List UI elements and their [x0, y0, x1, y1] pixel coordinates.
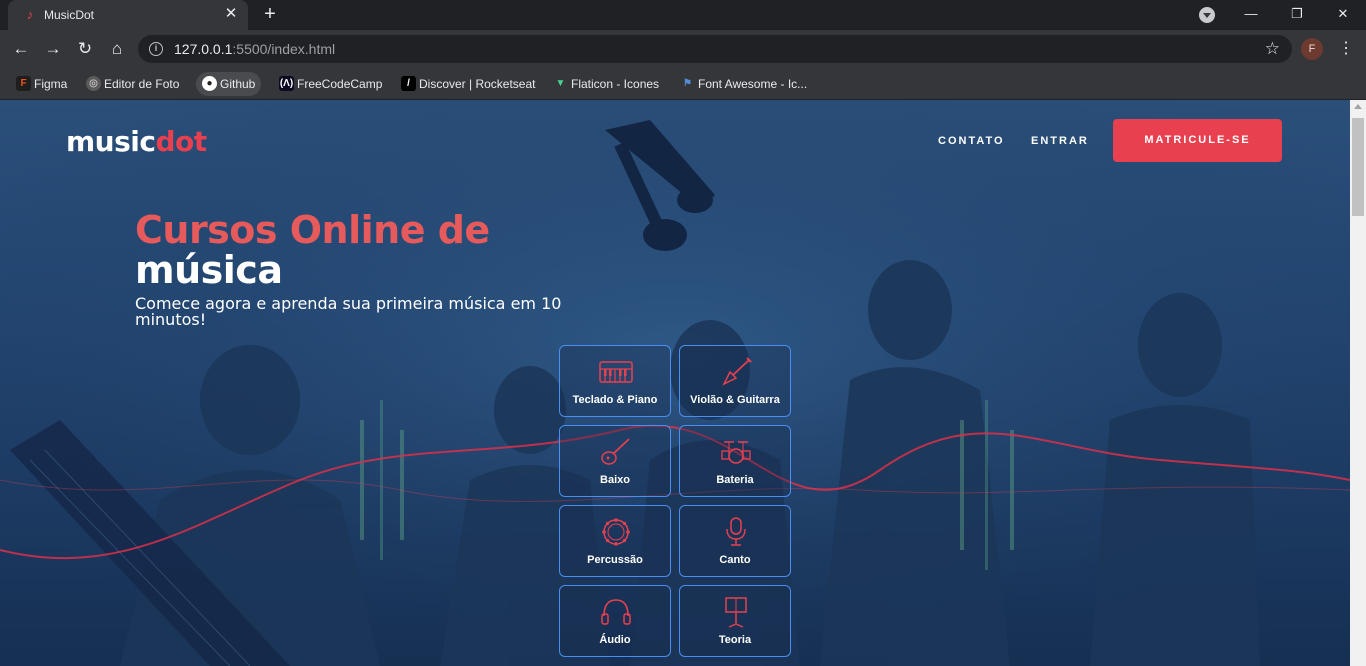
hero-subtitle: Comece agora e aprenda sua primeira músi…	[135, 294, 562, 329]
bookmark-star-icon[interactable]: ☆	[1265, 39, 1280, 59]
course-label: Percussão	[587, 554, 643, 566]
scrollbar-thumb[interactable]	[1352, 118, 1364, 216]
forward-icon[interactable]: →	[40, 36, 66, 62]
page-viewport: musicdot CONTATO ENTRAR MATRICULE-SE Cur…	[0, 100, 1350, 666]
close-window-icon[interactable]: ✕	[1320, 0, 1366, 30]
fontawesome-icon: ⚑	[683, 78, 692, 89]
course-card-baixo[interactable]: Baixo	[559, 425, 671, 497]
photo-editor-icon: ◎	[86, 76, 101, 91]
bookmark-figma[interactable]: F Figma	[10, 72, 73, 96]
bookmark-freecodecamp[interactable]: (Λ) FreeCodeCamp	[273, 72, 388, 96]
bookmark-editor-de-foto[interactable]: ◎ Editor de Foto	[80, 72, 185, 96]
bookmark-github[interactable]: ● Github	[196, 72, 262, 96]
close-tab-icon[interactable]: ✕	[222, 5, 240, 23]
new-tab-button[interactable]: +	[258, 3, 282, 27]
musicdot-logo[interactable]: musicdot	[66, 122, 207, 162]
scroll-up-icon[interactable]	[1354, 104, 1362, 109]
restore-icon[interactable]: ❐	[1274, 0, 1320, 30]
microphone-icon	[726, 517, 746, 546]
course-label: Canto	[719, 554, 751, 566]
browser-menu-icon[interactable]: ⋮	[1336, 38, 1356, 60]
tab-search-icon[interactable]	[1199, 7, 1215, 23]
back-icon[interactable]: ←	[8, 36, 34, 62]
site-info-icon[interactable]: i	[149, 42, 163, 56]
flaticon-icon: ▼	[555, 78, 566, 89]
course-card-percussao[interactable]: Percussão	[559, 505, 671, 577]
figma-icon: F	[16, 76, 31, 91]
address-bar[interactable]: i 127.0.0.1:5500/index.html ☆	[138, 35, 1292, 63]
tab-title: MusicDot	[44, 8, 95, 22]
github-icon: ●	[202, 76, 217, 91]
headphones-icon	[601, 599, 631, 625]
bookmark-font-awesome[interactable]: ⚑ Font Awesome - Ic...	[674, 72, 813, 96]
hero-title: Cursos Online de música	[135, 208, 490, 292]
course-label: Teoria	[718, 634, 752, 646]
bass-icon	[601, 438, 630, 465]
browser-tab[interactable]: ♪ MusicDot ✕	[8, 0, 248, 30]
music-note-icon: ♪	[26, 7, 34, 22]
course-label: Violão & Guitarra	[690, 394, 780, 406]
nav-entrar-link[interactable]: ENTRAR	[1031, 134, 1089, 148]
url-text: 127.0.0.1:5500/index.html	[174, 41, 336, 57]
course-card-audio[interactable]: Áudio	[559, 585, 671, 657]
bookmark-rocketseat[interactable]: / Discover | Rocketseat	[395, 72, 542, 96]
reload-icon[interactable]: ↻	[72, 36, 98, 62]
music-stand-icon	[725, 597, 747, 628]
course-card-violao-guitarra[interactable]: Violão & Guitarra	[679, 345, 791, 417]
home-icon[interactable]: ⌂	[104, 36, 130, 62]
matricule-se-button[interactable]: MATRICULE-SE	[1113, 119, 1282, 162]
tambourine-icon	[602, 518, 630, 546]
course-label: Baixo	[600, 474, 630, 486]
browser-tabstrip: ♪ MusicDot ✕ + ― ❐ ✕	[0, 0, 1366, 30]
freecodecamp-icon: (Λ)	[279, 76, 294, 91]
browser-toolbar: ← → ↻ ⌂ i 127.0.0.1:5500/index.html ☆ F …	[0, 30, 1366, 68]
course-label: Teclado & Piano	[572, 394, 658, 406]
course-card-canto[interactable]: Canto	[679, 505, 791, 577]
hero-background-image	[0, 100, 1350, 666]
profile-avatar[interactable]: F	[1301, 38, 1323, 60]
keyboard-icon	[599, 361, 633, 383]
guitar-icon	[722, 357, 752, 386]
drums-icon	[721, 441, 751, 464]
course-card-bateria[interactable]: Bateria	[679, 425, 791, 497]
rocketseat-icon: /	[401, 76, 416, 91]
bookmarks-bar: F Figma ◎ Editor de Foto ● Github (Λ) Fr…	[0, 68, 1366, 100]
nav-contato-link[interactable]: CONTATO	[938, 134, 1005, 148]
page-scrollbar[interactable]	[1350, 100, 1366, 666]
bookmark-flaticon[interactable]: ▼ Flaticon - Icones	[547, 72, 665, 96]
course-card-teclado-piano[interactable]: Teclado & Piano	[559, 345, 671, 417]
minimize-icon[interactable]: ―	[1228, 0, 1274, 30]
course-card-teoria[interactable]: Teoria	[679, 585, 791, 657]
course-label: Bateria	[716, 474, 754, 486]
course-label: Áudio	[599, 634, 631, 646]
